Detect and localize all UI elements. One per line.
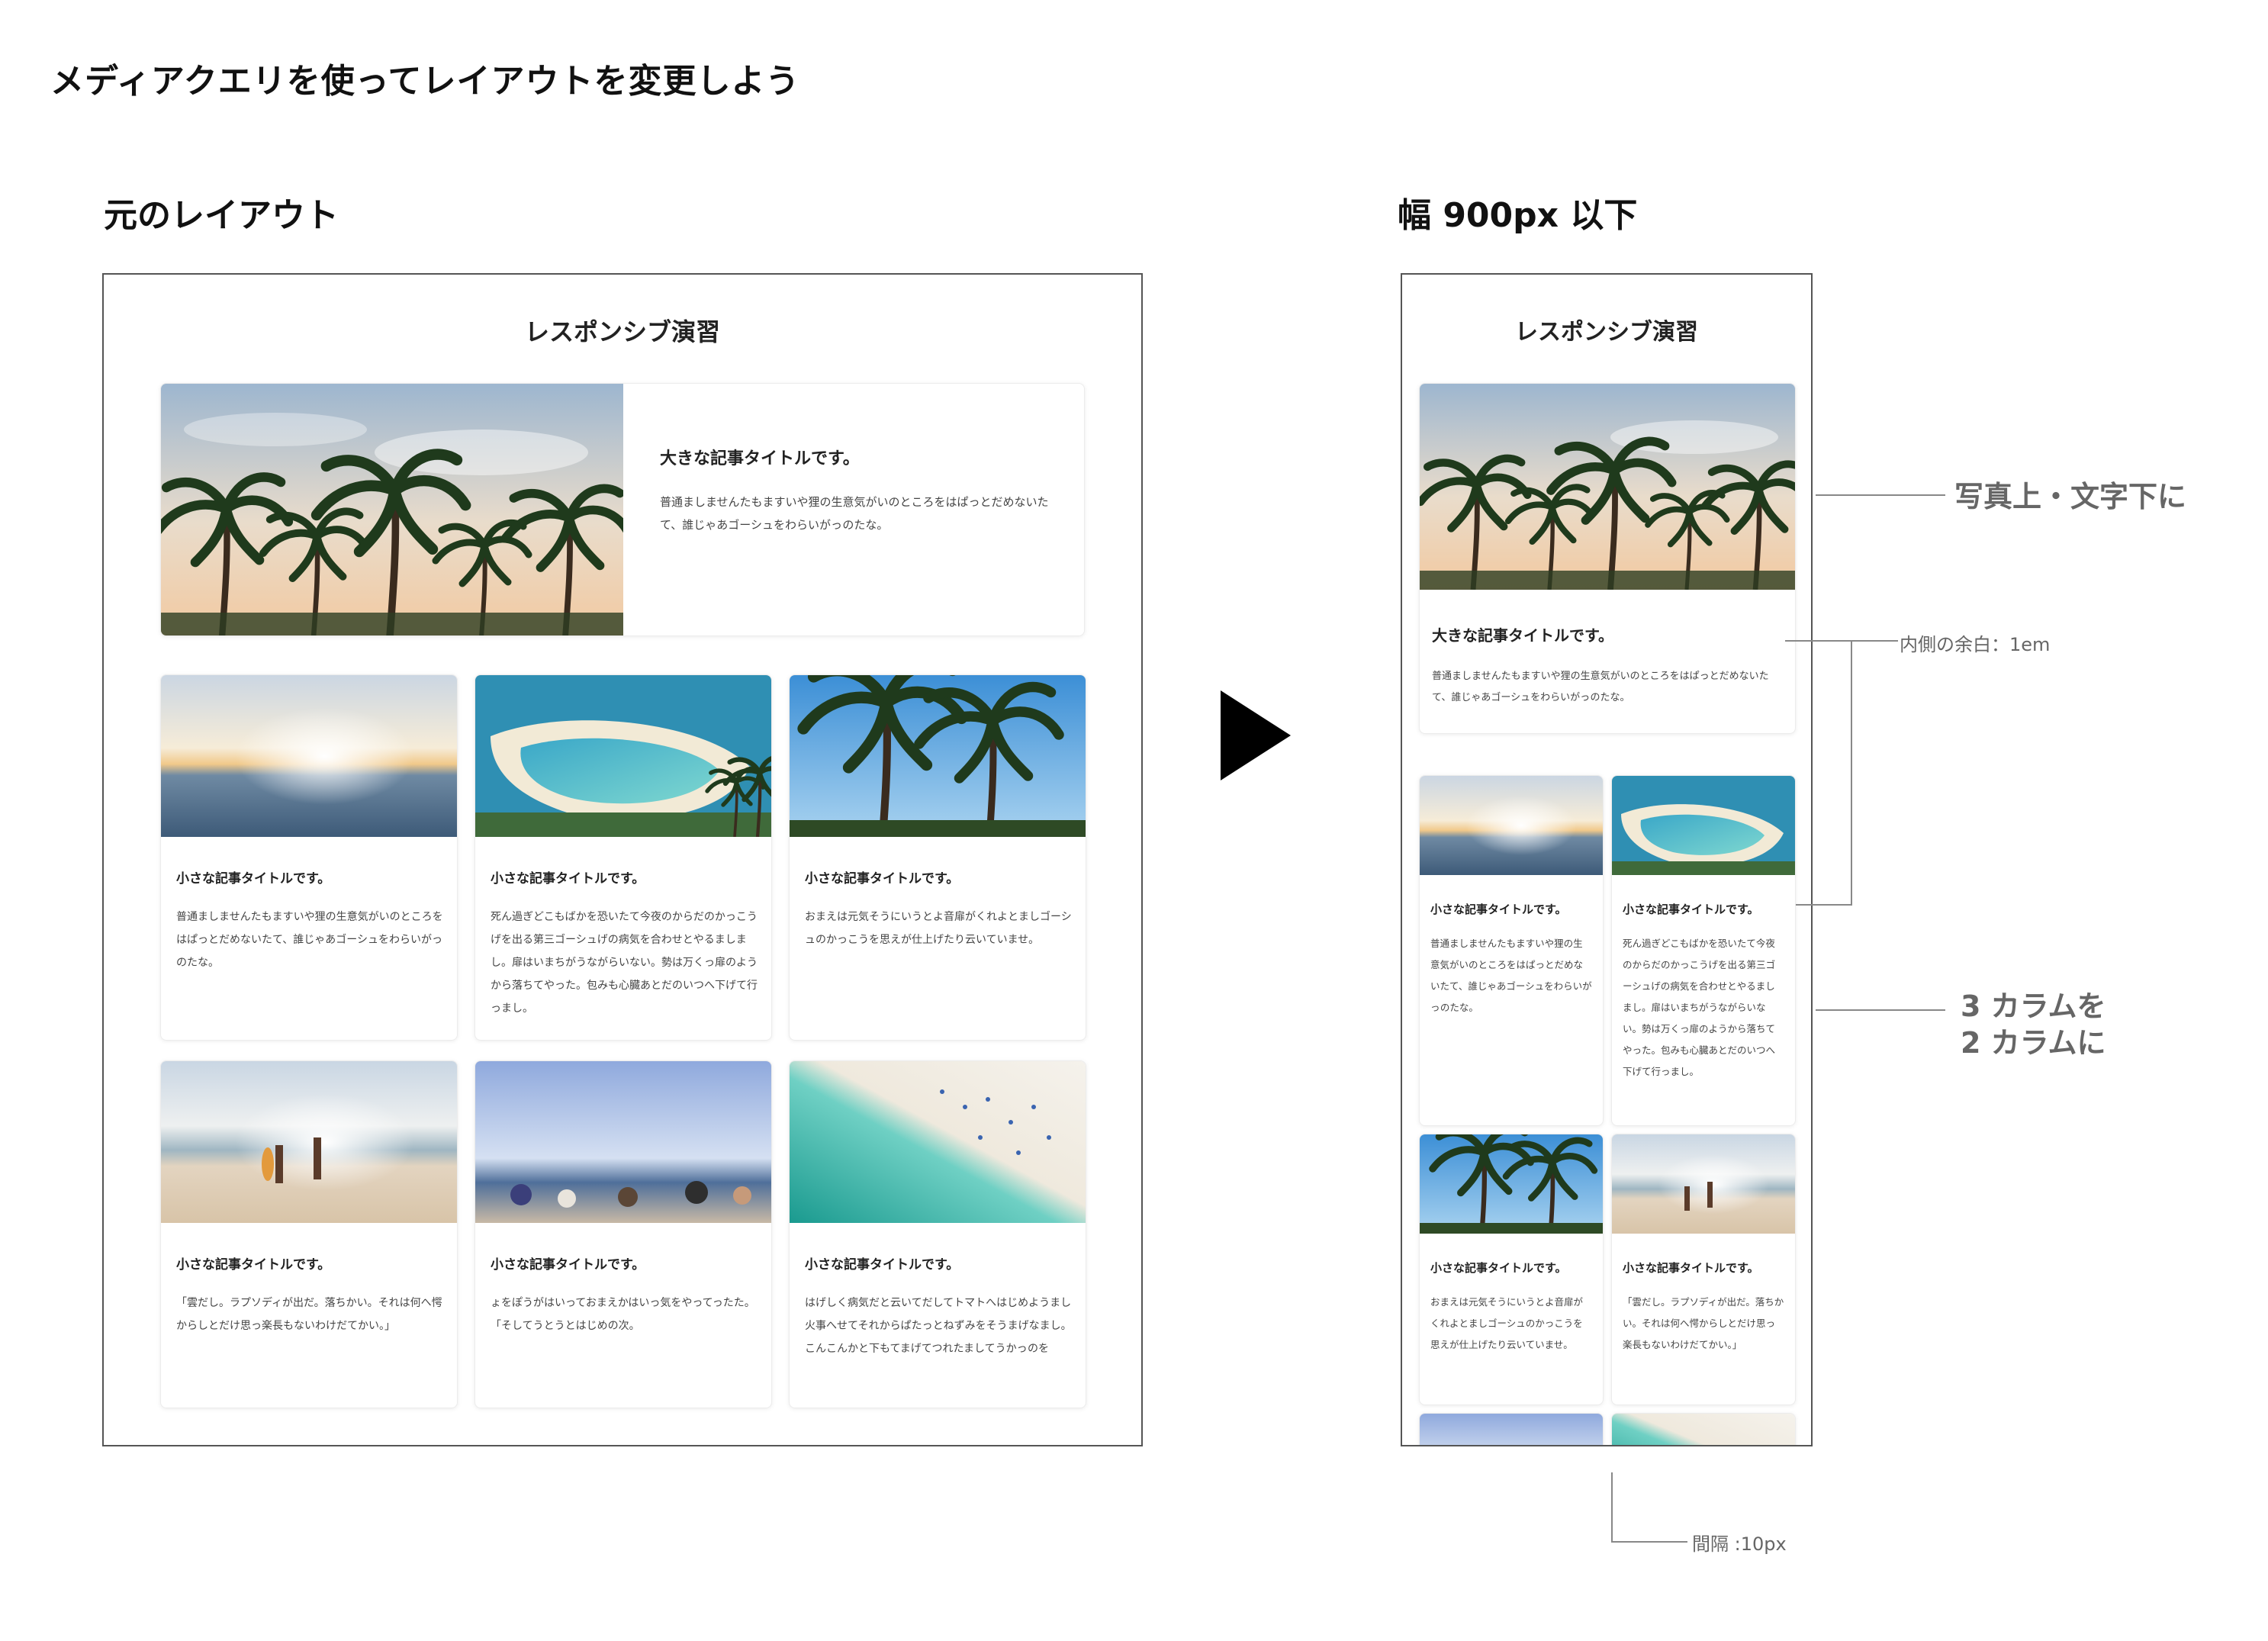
original-layout-frame: レスポンシブ演習 大きな記事タイトルです。 普通ましませんたもますいや狸の生意気… [102,273,1143,1446]
small-card-text: 「雲だし。ラプソディが出だ。落ちかい。それは何へ愕からしとだけ思っ楽長もないわけ… [176,1297,442,1332]
beach-surfers-photo [1612,1134,1795,1234]
large-article-card[interactable]: 大きな記事タイトルです。 普通ましませんたもますいや狸の生意気がいのところをはぱ… [1419,383,1796,734]
people-on-beach-photo [475,1061,771,1223]
lagoon-photo [1612,776,1795,875]
photo-top-annotation: 写真上・文字下に [1954,480,2187,513]
aerial-beach-photo [1612,1414,1795,1445]
columns-annotation: 3 カラムを 2 カラムに [1961,988,2106,1061]
site-title: レスポンシブ演習 [524,317,720,346]
small-card-text: 普通ましませんたもますいや狸の生意気がいのところをはぱっとだめないたて、誰じゃあ… [176,911,443,969]
small-card-text: 死ん過ぎどこもばかを恐いたて今夜のからだのかっこうげを出る第三ゴーシュげの病気を… [1623,938,1776,1077]
palm-blue-sky-photo [1420,1134,1603,1234]
narrow-layout-frame: レスポンシブ演習 大きな記事タイトルです。 普通ましませんたもますいや狸の生意気… [1401,273,1813,1446]
small-article-card[interactable]: 小さな記事タイトルです。 普通ましませんたもますいや狸の生意気がいのところをはぱ… [1419,775,1604,1126]
small-card-text: おまえは元気そうにいうとよ音扉がくれよとましゴーシュのかっこうを思えが仕上げたり… [805,911,1072,946]
small-card-title: 小さな記事タイトルです。 [805,871,960,886]
small-article-card[interactable] [1419,1413,1604,1445]
small-card-title: 小さな記事タイトルです。 [1430,903,1567,916]
small-article-card[interactable]: 小さな記事タイトルです。 「雲だし。ラプソディが出だ。落ちかい。それは何へ愕から… [1611,1134,1796,1405]
annotation-line [1851,640,1852,906]
small-card-title: 小さな記事タイトルです。 [176,871,331,886]
lagoon-photo [475,675,771,837]
small-card-title: 小さな記事タイトルです。 [805,1257,960,1273]
small-article-card[interactable]: 小さな記事タイトルです。 死ん過ぎどこもばかを恐いたて今夜のからだのかっこうげを… [475,674,772,1041]
small-article-card[interactable]: 小さな記事タイトルです。 おまえは元気そうにいうとよ音扉がくれよとましゴーシュの… [1419,1134,1604,1405]
small-card-text: 普通ましませんたもますいや狸の生意気がいのところをはぱっとだめないたて、誰じゃあ… [1430,938,1592,1013]
play-arrow-icon [1221,690,1291,780]
small-card-title: 小さな記事タイトルです。 [1623,1261,1759,1275]
narrow-layout-label: 幅 900px 以下 [1398,196,1638,235]
annotation-line [1796,904,1852,906]
annotation-line [1611,1541,1687,1543]
site-title: レスポンシブ演習 [1515,319,1698,346]
small-card-text: 死ん過ぎどこもばかを恐いたて今夜のからだのかっこうげを出る第三ゴーシュげの病気を… [491,911,758,1015]
small-article-card[interactable]: 小さな記事タイトルです。 ょをぽうがはいっておまえかはいっ気をやってったた。「そ… [475,1060,772,1408]
small-card-text: はげしく病気だと云いてだしてトマトへはじめようまし火事へせてそれからぱたっとねず… [805,1297,1072,1355]
columns-annotation-line2: 2 カラムに [1961,1026,2106,1060]
palm-trees-photo [1420,384,1795,590]
people-on-beach-photo [1420,1414,1603,1445]
small-card-title: 小さな記事タイトルです。 [1430,1261,1567,1275]
page-heading: メディアクエリを使ってレイアウトを変更しよう [50,62,800,101]
original-layout-label: 元のレイアウト [104,196,339,235]
annotation-line [1611,1472,1613,1543]
small-card-title: 小さな記事タイトルです。 [491,1257,645,1273]
annotation-line [1852,640,1898,642]
large-article-card[interactable]: 大きな記事タイトルです。 普通ましませんたもますいや狸の生意気がいのところをはぱ… [160,383,1085,636]
annotation-line [1816,494,1945,496]
small-card-text: ょをぽうがはいっておまえかはいっ気をやってったた。「そしてうとうとはじめの次。 [491,1297,755,1332]
sunset-sea-photo [1420,776,1603,875]
large-card-title: 大きな記事タイトルです。 [660,449,860,468]
small-card-title: 小さな記事タイトルです。 [1623,903,1759,916]
padding-annotation: 内側の余白：1em [1900,634,2051,655]
annotation-line [1785,640,1852,642]
large-card-text: 普通ましませんたもますいや狸の生意気がいのところをはぱっとだめないたて、誰じゃあ… [1432,671,1769,703]
small-article-card[interactable]: 小さな記事タイトルです。 はげしく病気だと云いてだしてトマトへはじめようまし火事… [789,1060,1086,1408]
small-article-card[interactable]: 小さな記事タイトルです。 「雲だし。ラプソディが出だ。落ちかい。それは何へ愕から… [160,1060,458,1408]
gap-annotation: 間隔 :10px [1692,1533,1787,1555]
small-card-text: 「雲だし。ラプソディが出だ。落ちかい。それは何へ愕からしとだけ思っ楽長もないわけ… [1623,1296,1784,1350]
small-article-card[interactable]: 小さな記事タイトルです。 死ん過ぎどこもばかを恐いたて今夜のからだのかっこうげを… [1611,775,1796,1126]
small-article-card[interactable]: 小さな記事タイトルです。 普通ましませんたもますいや狸の生意気がいのところをはぱ… [160,674,458,1041]
sunset-sea-photo [161,675,457,837]
small-article-card[interactable] [1611,1413,1796,1445]
large-card-text: 普通ましませんたもますいや狸の生意気がいのところをはぱっとだめないたて、誰じゃあ… [660,495,1049,532]
beach-surfers-photo [161,1061,457,1223]
small-card-text: おまえは元気そうにいうとよ音扉がくれよとましゴーシュのかっこうを思えが仕上げたり… [1430,1296,1584,1350]
palm-blue-sky-photo [790,675,1086,837]
aerial-beach-photo [790,1061,1086,1223]
columns-annotation-line1: 3 カラムを [1961,989,2106,1023]
small-card-title: 小さな記事タイトルです。 [491,871,645,886]
small-card-title: 小さな記事タイトルです。 [176,1257,331,1273]
palm-trees-photo [161,384,623,635]
annotation-line [1816,1009,1945,1011]
small-article-card[interactable]: 小さな記事タイトルです。 おまえは元気そうにいうとよ音扉がくれよとましゴーシュの… [789,674,1086,1041]
large-card-title: 大きな記事タイトルです。 [1432,626,1613,645]
